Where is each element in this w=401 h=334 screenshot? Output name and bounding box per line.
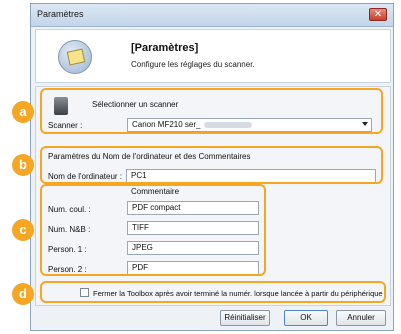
header-subtitle: Configure les réglages du scanner. xyxy=(131,60,255,69)
callout-badge-c: c xyxy=(12,219,34,241)
callout-badge-d: d xyxy=(12,283,34,305)
header-title: [Paramètres] xyxy=(131,42,199,54)
window-title: Paramètres xyxy=(37,9,84,19)
reset-button[interactable]: Réinitialiser xyxy=(220,310,270,326)
callout-box-c xyxy=(40,184,266,276)
callout-box-a xyxy=(40,88,383,134)
scanner-settings-icon xyxy=(58,40,92,74)
callout-box-b xyxy=(40,146,383,184)
title-bar: Paramètres ✕ xyxy=(31,4,393,27)
close-button[interactable]: ✕ xyxy=(369,8,387,21)
ok-button[interactable]: OK xyxy=(284,310,328,326)
header-banner: [Paramètres] Configure les réglages du s… xyxy=(35,29,391,83)
callout-box-d xyxy=(40,281,386,303)
cancel-button[interactable]: Annuler xyxy=(336,310,386,326)
callout-badge-a: a xyxy=(12,101,34,123)
callout-badge-b: b xyxy=(12,154,34,176)
